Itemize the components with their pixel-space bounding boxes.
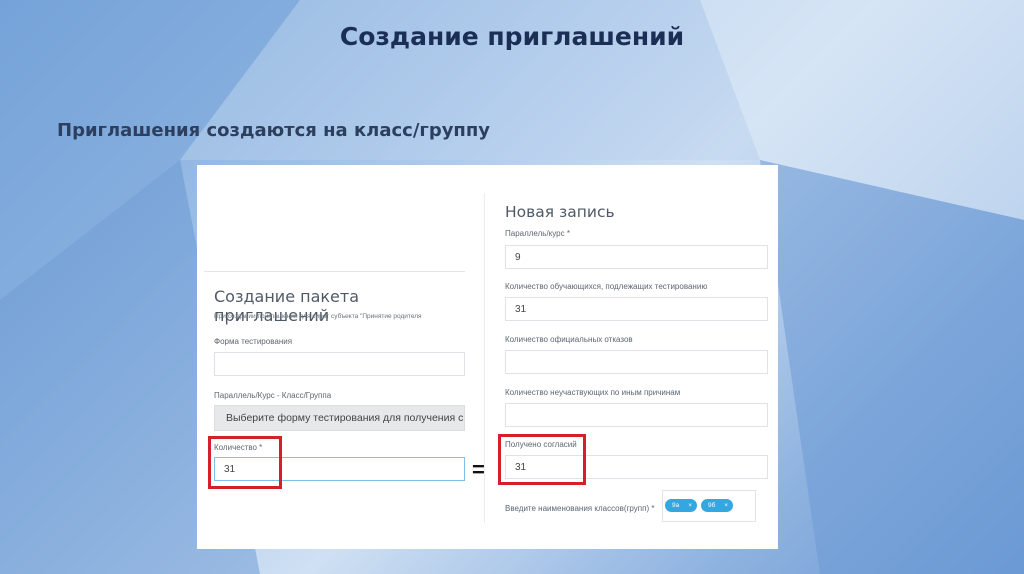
new-record-header: Новая запись: [505, 203, 615, 221]
parallel-course-value: 9: [515, 252, 521, 263]
class-tag-label: 9б: [708, 502, 716, 509]
classes-tag-input[interactable]: 9а × 9б ×: [662, 490, 756, 522]
test-form-label: Форма тестирования: [214, 337, 293, 346]
left-count-highlight: [208, 436, 282, 489]
absent-count-label: Количество неучаствующих по иным причина…: [505, 388, 681, 397]
screenshot-panel: Создание пакета приглашений При создании…: [197, 165, 778, 549]
class-tag-9b[interactable]: 9б ×: [701, 499, 733, 512]
form-top-divider: [204, 271, 465, 272]
remove-tag-icon[interactable]: ×: [724, 499, 728, 512]
slide-subtitle: Приглашения создаются на класс/группу: [57, 120, 491, 141]
test-form-select[interactable]: [214, 352, 465, 376]
students-count-value: 31: [515, 304, 527, 315]
absent-count-input[interactable]: [505, 403, 768, 427]
parallel-class-placeholder: Выберите форму тестирования для получени…: [226, 412, 465, 424]
package-form-hint: При создании приглашений для сирот субъе…: [214, 313, 422, 320]
classes-label: Введите наименования классов(групп) *: [505, 504, 655, 513]
parallel-course-input[interactable]: 9: [505, 245, 768, 269]
right-consents-highlight: [498, 434, 586, 485]
parallel-class-select[interactable]: Выберите форму тестирования для получени…: [214, 405, 465, 431]
invitation-package-form: Создание пакета приглашений При создании…: [197, 165, 465, 549]
parallel-course-label: Параллель/курс *: [505, 229, 570, 238]
class-tag-label: 9а: [672, 502, 680, 509]
new-record-form: Новая запись Параллель/курс * 9 Количест…: [497, 165, 778, 549]
parallel-class-label: Параллель/Курс - Класс/Группа: [214, 391, 332, 400]
students-count-input[interactable]: 31: [505, 297, 768, 321]
remove-tag-icon[interactable]: ×: [688, 499, 692, 512]
refusals-count-input[interactable]: [505, 350, 768, 374]
slide-title: Создание приглашений: [339, 22, 685, 51]
students-count-label: Количество обучающихся, подлежащих тести…: [505, 282, 708, 291]
refusals-count-label: Количество официальных отказов: [505, 335, 633, 344]
class-tag-9a[interactable]: 9а ×: [665, 499, 697, 512]
equals-sign: =: [472, 457, 485, 482]
